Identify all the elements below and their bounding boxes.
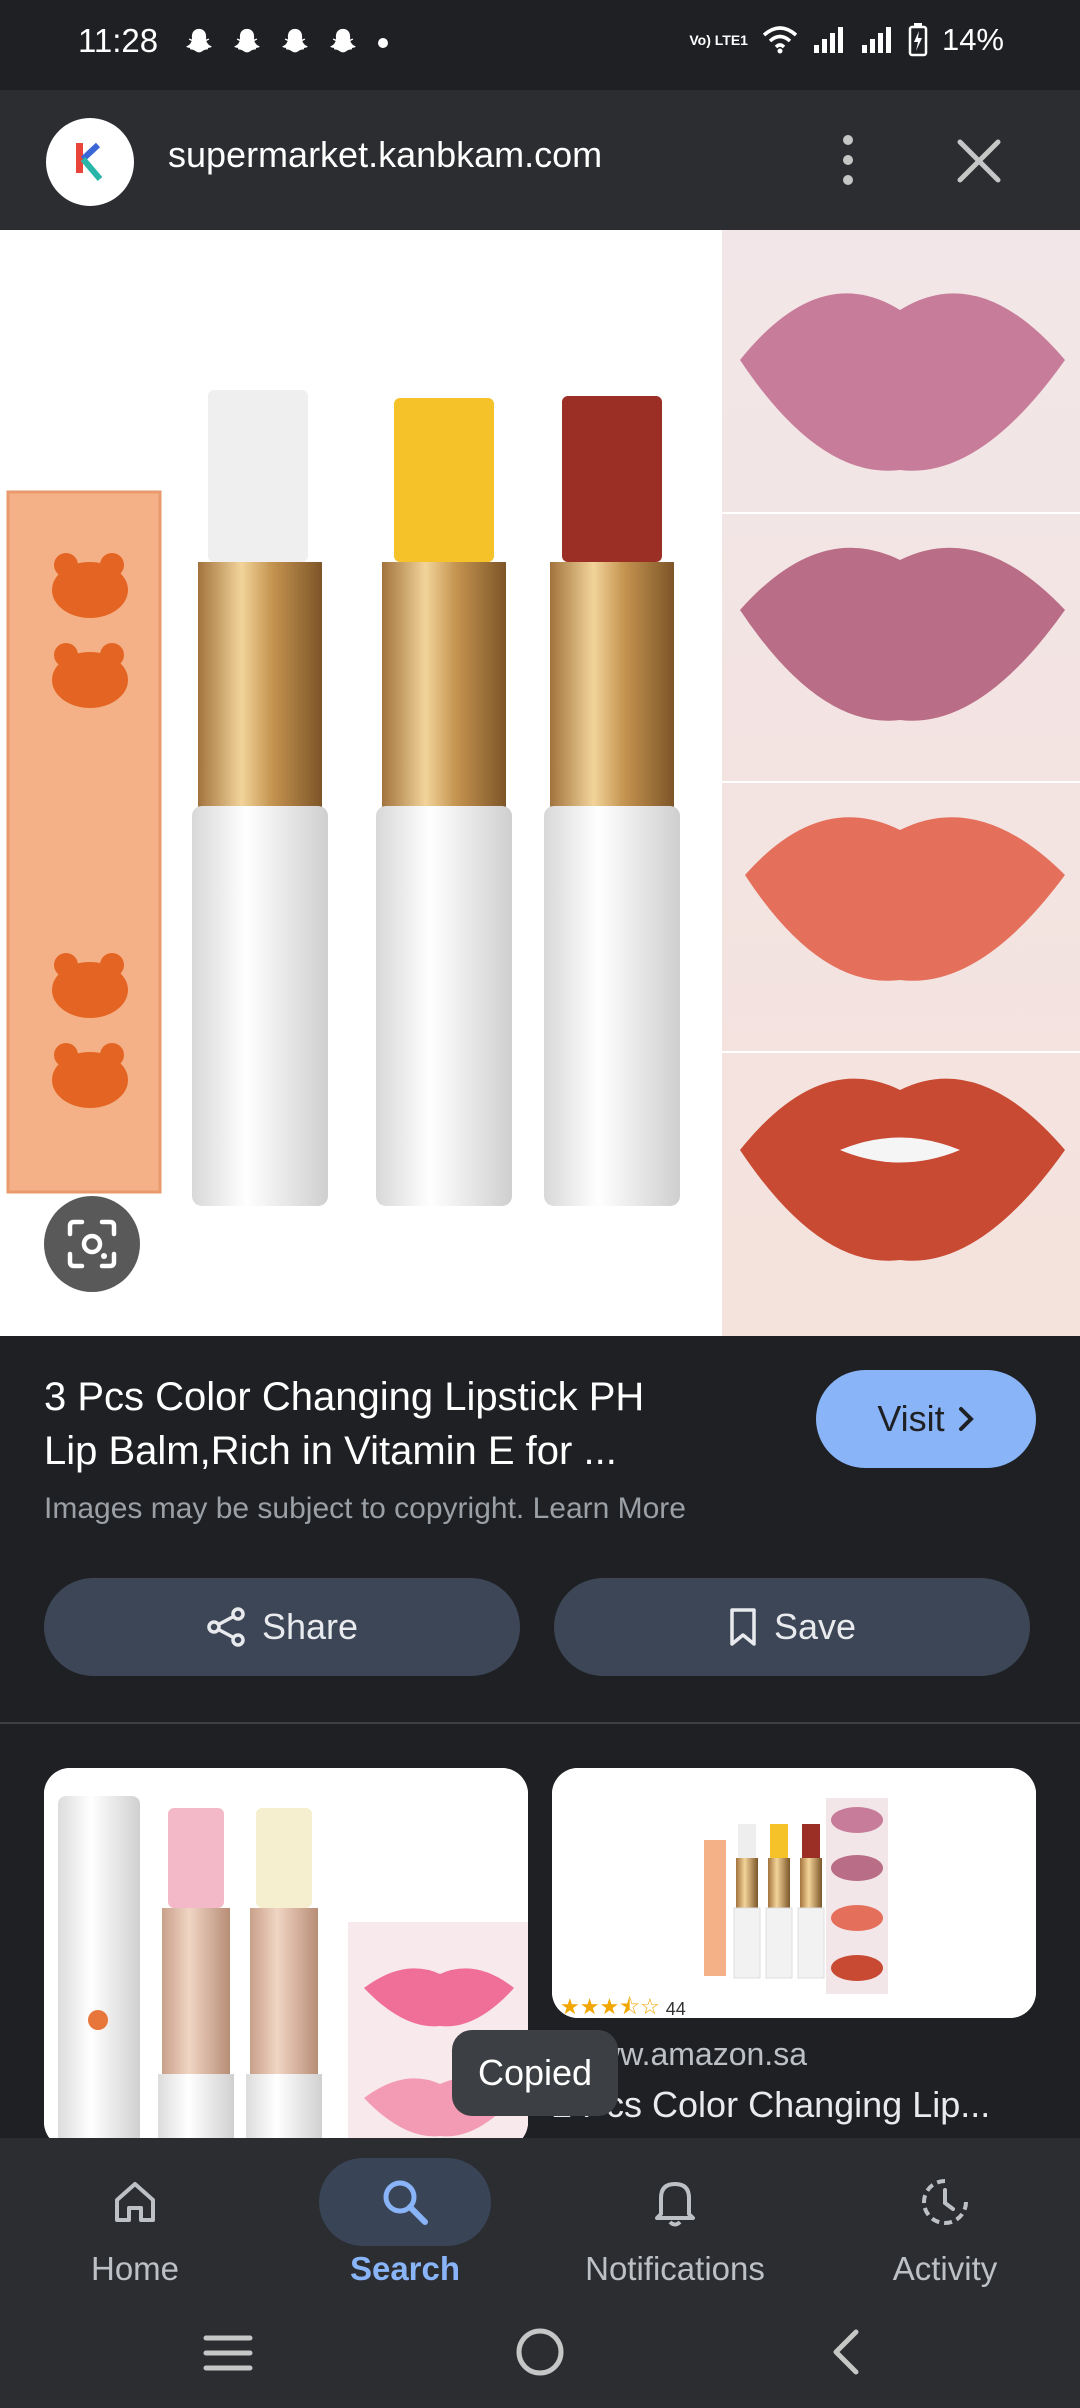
- nav-home-label: Home: [90, 2250, 180, 2287]
- product-title-line2: Lip Balm,Rich in Vitamin E for ...: [44, 1429, 617, 1473]
- nav-activity[interactable]: Activity: [810, 2138, 1080, 2298]
- save-label: Save: [773, 1606, 857, 1647]
- notification-icons: [182, 26, 388, 60]
- nav-search-label: Search: [349, 2250, 461, 2287]
- save-button[interactable]: Save: [554, 1578, 1030, 1676]
- activity-icon: [859, 2158, 1031, 2246]
- product-title-line1: 3 Pcs Color Changing Lipstick PH: [44, 1375, 645, 1419]
- page-url[interactable]: supermarket.kanbkam.com: [168, 134, 602, 176]
- share-button[interactable]: Share: [44, 1578, 520, 1676]
- home-icon: [49, 2158, 221, 2246]
- rating-count: 44: [665, 1998, 686, 2019]
- recent-apps-icon[interactable]: [200, 2328, 256, 2378]
- product-title[interactable]: 3 Pcs Color Changing Lipstick PH Lip Bal…: [44, 1370, 764, 1478]
- visit-label: Visit: [877, 1398, 945, 1439]
- rating-stars: ★★★⯪☆ 44: [560, 1990, 686, 2018]
- snapchat-icon: [186, 28, 212, 53]
- copied-toast: Copied: [452, 2030, 619, 2116]
- nav-activity-label: Activity: [892, 2250, 998, 2287]
- section-divider: [0, 1722, 1080, 1724]
- copyright-note[interactable]: Images may be subject to copyright. Lear…: [44, 1492, 686, 1526]
- browser-toolbar: supermarket.kanbkam.com: [0, 90, 1080, 230]
- bottom-navigation: Home Search Notifications Activity: [0, 2138, 1080, 2298]
- share-icon: [207, 1607, 245, 1647]
- product-image[interactable]: [0, 230, 1080, 1336]
- system-navigation-bar: [0, 2298, 1080, 2408]
- lipstick-set-thumbnail: [552, 1768, 1036, 2018]
- more-notifications-dot: [378, 38, 388, 48]
- snapchat-icon: [330, 28, 356, 53]
- snapchat-icon: [234, 28, 260, 53]
- share-label: Share: [261, 1606, 359, 1647]
- nav-notifications-label: Notifications: [585, 2250, 765, 2287]
- back-icon[interactable]: [826, 2326, 866, 2378]
- related-result-card[interactable]: ★★★⯪☆ 44: [552, 1768, 1036, 2018]
- home-circle-icon[interactable]: [512, 2324, 568, 2380]
- visit-button[interactable]: Visit: [816, 1370, 1036, 1468]
- chevron-right-icon: [958, 1407, 974, 1431]
- signal-icon: [861, 27, 891, 53]
- nav-home[interactable]: Home: [0, 2138, 270, 2298]
- clock: 11:28: [78, 22, 159, 59]
- system-indicators: Vo) LTE1 14%: [689, 22, 1004, 58]
- wifi-icon: [762, 26, 798, 54]
- more-options-icon[interactable]: [830, 128, 866, 192]
- snapchat-icon: [282, 28, 308, 53]
- nav-search[interactable]: Search: [270, 2138, 540, 2298]
- google-lens-button[interactable]: [44, 1196, 140, 1292]
- nav-notifications[interactable]: Notifications: [540, 2138, 810, 2298]
- signal-icon: [813, 27, 843, 53]
- bell-icon: [589, 2158, 761, 2246]
- kanbkam-logo-icon: [76, 142, 103, 181]
- volte-badge: Vo) LTE1: [689, 32, 748, 48]
- bookmark-icon: [730, 1608, 756, 1646]
- lens-icon: [67, 1219, 117, 1269]
- site-favicon: [46, 118, 134, 206]
- close-icon[interactable]: [952, 134, 1006, 188]
- search-icon: [319, 2158, 491, 2246]
- battery-percent: 14%: [941, 22, 1004, 57]
- star-rating-icon: ★★★⯪☆: [560, 1994, 660, 2018]
- status-bar: 11:28 Vo) LTE1 14%: [0, 0, 1080, 90]
- battery-icon: [908, 23, 928, 57]
- lipstick-product-photo: [0, 230, 1080, 1336]
